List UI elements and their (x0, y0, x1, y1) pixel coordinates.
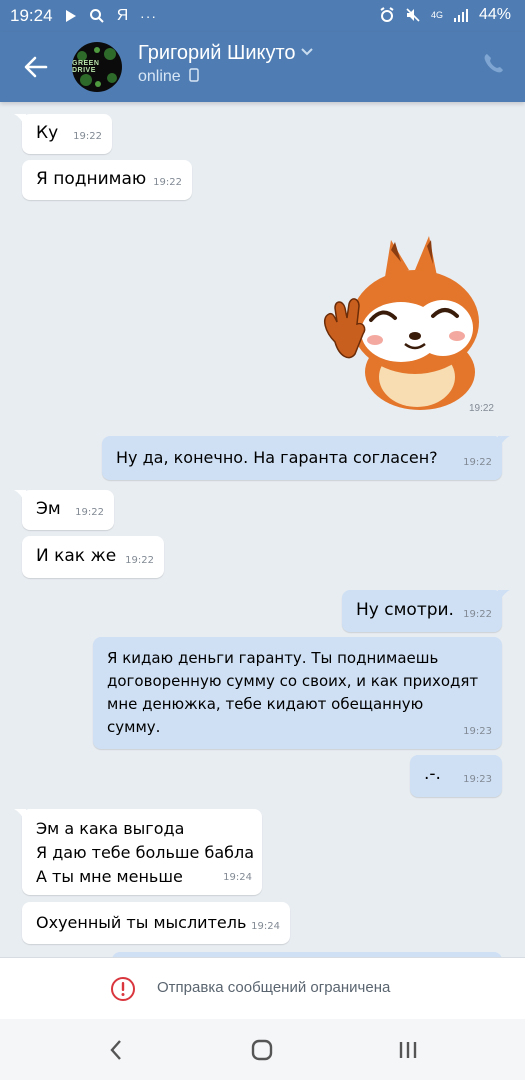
message-text: Эм (36, 499, 61, 519)
message-line: Я кидаю деньги гаранту. Ты поднимаешь (107, 649, 439, 667)
messaging-restricted-bar: Отправка сообщений ограничена (0, 957, 525, 1020)
message-incoming[interactable]: Эм 19:22 (14, 490, 114, 530)
message-line: договоренную сумму со своих, и как прихо… (107, 672, 479, 690)
status-text: online (138, 68, 181, 85)
nav-home-button[interactable] (246, 1034, 278, 1066)
message-time: 19:22 (73, 131, 102, 142)
message-outgoing[interactable]: Ну смотри. 19:22 (342, 590, 510, 632)
arrow-left-icon (24, 56, 48, 78)
message-time: 19:22 (463, 609, 492, 620)
recents-icon (399, 1042, 417, 1058)
message-time: 19:23 (463, 774, 492, 785)
avatar-text: GREEN DRIVE (72, 60, 100, 74)
mute-icon (405, 7, 421, 23)
message-incoming[interactable]: Эм а кака выгода Я даю тебе больше бабла… (14, 809, 262, 895)
bubble-tail (498, 590, 510, 604)
contact-status: online (138, 68, 199, 86)
avatar[interactable]: GREEN DRIVE (72, 42, 122, 92)
warning-icon (111, 977, 135, 1001)
nav-back-button[interactable] (100, 1034, 132, 1066)
message-text: Я кидаю деньги гаранту. Ты поднимаешь до… (107, 647, 478, 739)
status-bar: 19:24 Я ··· 4G 44% (0, 0, 525, 32)
message-time: 19:24 (223, 872, 252, 883)
chat-header: GREEN DRIVE Григорий Шикуто online (0, 32, 525, 102)
message-text: Ну смотри. (356, 600, 454, 620)
message-line: сумму. (107, 718, 161, 736)
bubble-tail (14, 114, 26, 128)
message-text: .-. (424, 764, 441, 784)
chevron-left-icon (110, 1040, 121, 1060)
message-text: Я поднимаю (36, 169, 147, 189)
message-list[interactable]: Ку 19:22 Я поднимаю 19:22 19:22 Ну да, к… (0, 102, 525, 964)
bubble-tail (498, 436, 510, 450)
contact-name[interactable]: Григорий Шикуто (138, 42, 296, 65)
chevron-down-icon[interactable] (300, 47, 314, 57)
message-text: Эм а кака выгода Я даю тебе больше бабла… (36, 817, 254, 889)
message-time: 19:22 (75, 507, 104, 518)
message-line: Я даю тебе больше бабла (36, 843, 255, 862)
battery-level: 44% (478, 6, 511, 23)
signal-icon (453, 7, 469, 23)
message-time: 19:22 (463, 457, 492, 468)
phone-call-icon[interactable] (481, 52, 505, 76)
message-line: мне денюжка, тебе кидают обещанную (107, 695, 424, 713)
message-line: А ты мне меньше (36, 867, 183, 886)
message-incoming[interactable]: Я поднимаю 19:22 (22, 160, 192, 200)
message-text: Ну да, конечно. На гаранта согласен? (116, 448, 438, 467)
message-outgoing[interactable]: Я кидаю деньги гаранту. Ты поднимаешь до… (93, 637, 502, 749)
message-time: 19:24 (251, 921, 280, 932)
message-text: Охуенный ты мыслитель (36, 913, 247, 932)
nav-recents-button[interactable] (392, 1034, 424, 1066)
message-text: Ку (36, 123, 59, 143)
squirrel-sticker-icon (324, 236, 479, 410)
network-type: 4G (430, 10, 443, 20)
message-outgoing[interactable]: .-. 19:23 (410, 755, 502, 797)
restriction-label: Отправка сообщений ограничена (157, 979, 391, 996)
message-time: 19:23 (463, 726, 492, 737)
more-notifications-icon: ··· (140, 8, 158, 24)
message-incoming[interactable]: Охуенный ты мыслитель 19:24 (22, 902, 290, 944)
sticker-message[interactable]: 19:22 (300, 232, 500, 414)
message-outgoing[interactable]: Ну да, конечно. На гаранта согласен? 19:… (102, 436, 510, 480)
message-incoming[interactable]: Ку 19:22 (14, 114, 112, 154)
back-button[interactable] (20, 52, 52, 82)
search-icon (89, 8, 105, 24)
message-text: И как же (36, 546, 117, 566)
alarm-icon (379, 7, 395, 23)
bubble-tail (14, 809, 26, 823)
message-time: 19:22 (468, 403, 494, 414)
message-incoming[interactable]: И как же 19:22 (22, 536, 164, 578)
play-icon (63, 8, 79, 24)
bubble-tail (14, 490, 26, 504)
home-icon (251, 1039, 273, 1061)
message-time: 19:22 (125, 555, 154, 566)
message-time: 19:22 (153, 177, 182, 188)
yandex-icon: Я (116, 7, 129, 24)
message-line: Эм а кака выгода (36, 819, 185, 838)
status-time: 19:24 (10, 6, 53, 25)
system-nav-bar (0, 1019, 525, 1080)
mobile-icon (189, 68, 199, 82)
